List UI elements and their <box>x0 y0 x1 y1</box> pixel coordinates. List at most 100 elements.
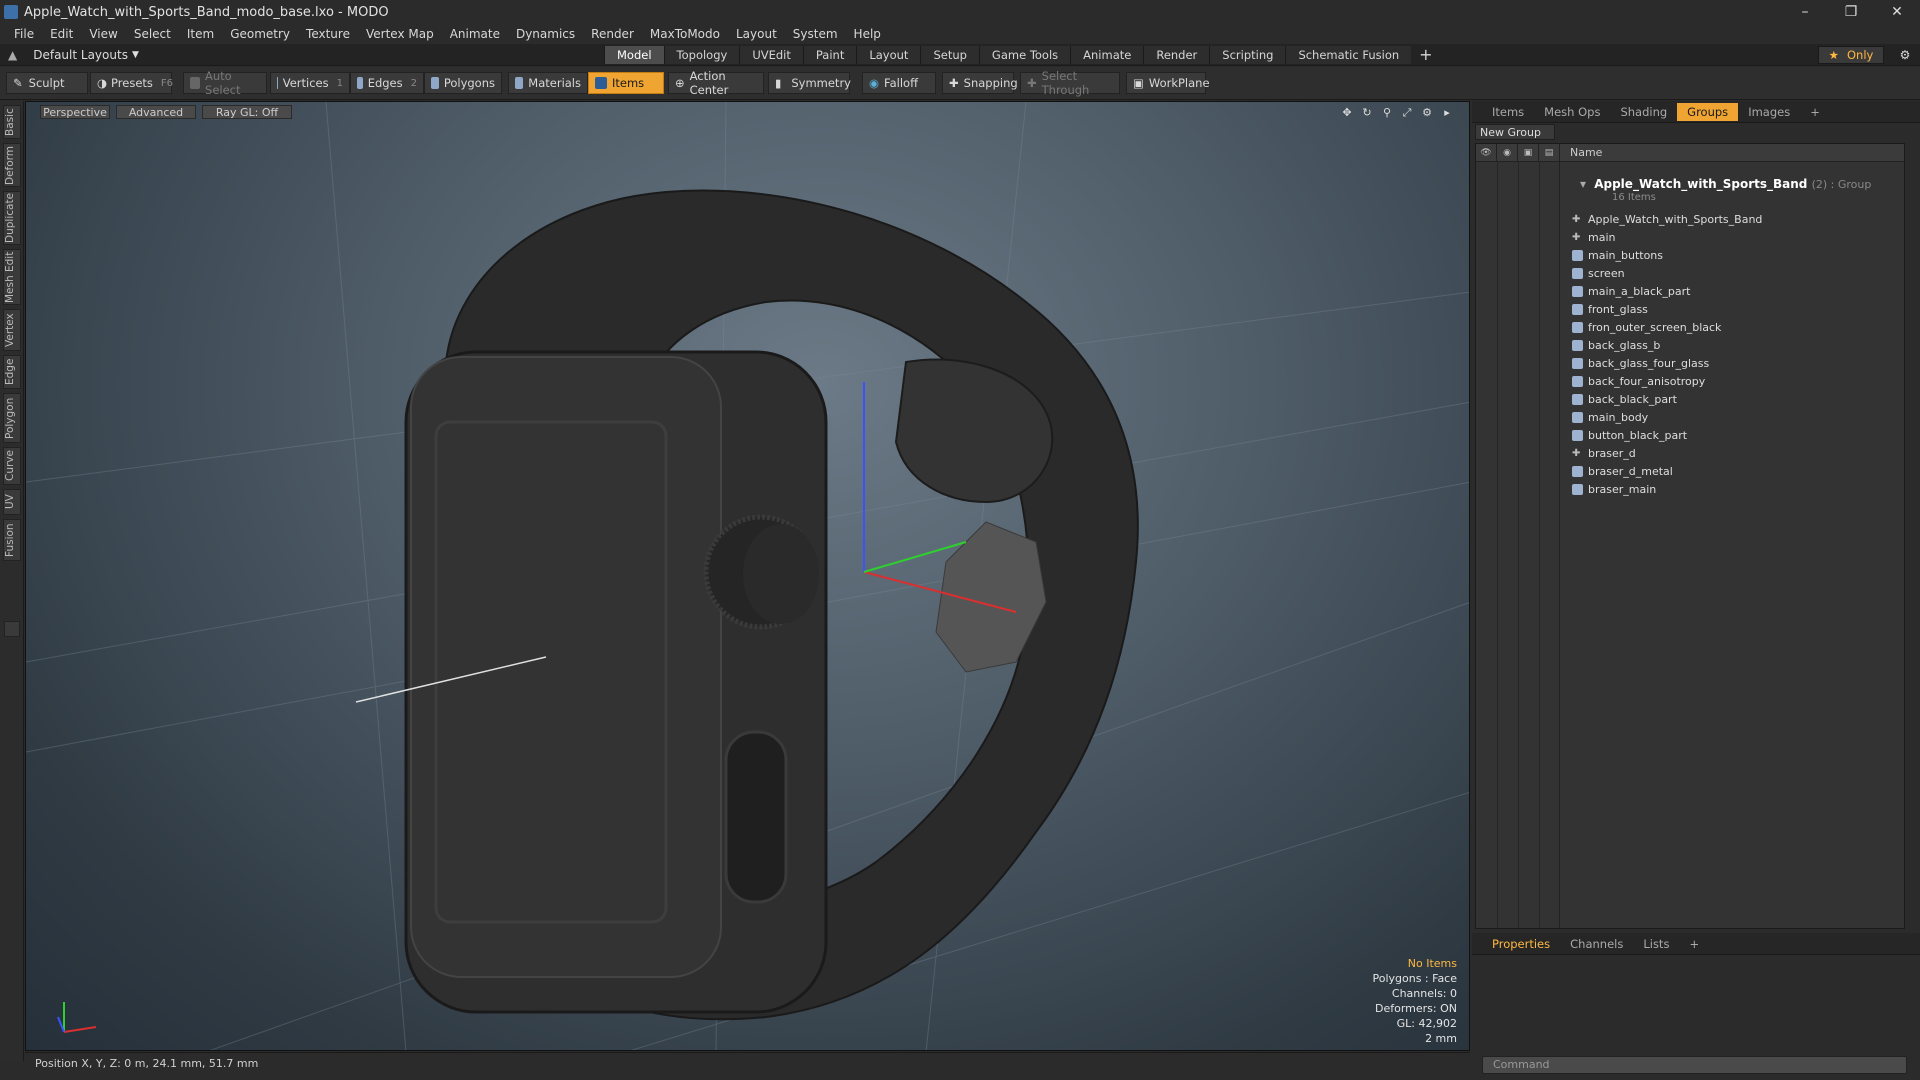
tab-deform[interactable]: Deform <box>3 143 21 187</box>
tab-basic[interactable]: Basic <box>3 105 21 139</box>
raygl-button[interactable]: Ray GL: Off <box>202 105 292 119</box>
shading-advanced-button[interactable]: Advanced <box>116 105 196 119</box>
tab-vertex[interactable]: Vertex <box>3 309 21 351</box>
tab-paint[interactable]: Paint <box>802 46 857 64</box>
tab-schematic-fusion[interactable]: Schematic Fusion <box>1285 46 1412 64</box>
3d-viewport[interactable]: Perspective Advanced Ray GL: Off ✥ ↻ ⚲ ⤢… <box>25 101 1470 1051</box>
list-item[interactable]: back_glass_four_glass <box>1572 354 1709 372</box>
tab-curve[interactable]: Curve <box>3 447 21 485</box>
tab-setup[interactable]: Setup <box>920 46 979 64</box>
tab-render[interactable]: Render <box>1143 46 1210 64</box>
menu-help[interactable]: Help <box>846 27 889 41</box>
menu-dynamics[interactable]: Dynamics <box>508 27 583 41</box>
layout-preset-dropdown[interactable]: ▲ Default Layouts ▼ <box>8 47 139 63</box>
list-item[interactable]: ✚ braser_d <box>1572 444 1636 462</box>
tab-topology[interactable]: Topology <box>663 46 740 64</box>
zoom-icon[interactable]: ⚲ <box>1379 105 1395 121</box>
add-tab-icon[interactable]: + <box>1411 46 1440 64</box>
tab-layout[interactable]: Layout <box>856 46 921 64</box>
tab-duplicate[interactable]: Duplicate <box>3 191 21 245</box>
view-perspective-button[interactable]: Perspective <box>40 105 110 119</box>
group-expand-icon[interactable]: ▾ <box>1580 177 1586 191</box>
menu-vertex-map[interactable]: Vertex Map <box>358 27 442 41</box>
list-item[interactable]: braser_d_metal <box>1572 462 1673 480</box>
menu-animate[interactable]: Animate <box>442 27 508 41</box>
tab-properties[interactable]: Properties <box>1482 935 1560 953</box>
tab-animate[interactable]: Animate <box>1070 46 1144 64</box>
close-icon[interactable]: ✕ <box>1874 0 1920 24</box>
collapse-icon[interactable]: ▲ <box>8 48 17 62</box>
list-item[interactable]: ✚ Apple_Watch_with_Sports_Band <box>1572 210 1762 228</box>
menu-edit[interactable]: Edit <box>42 27 81 41</box>
rotate-icon[interactable]: ↻ <box>1359 105 1375 121</box>
gear-icon[interactable]: ⚙ <box>1896 46 1914 64</box>
tab-edge[interactable]: Edge <box>3 355 21 389</box>
vertices-button[interactable]: Vertices 1 <box>270 72 350 94</box>
groups-list[interactable]: 👁 ◉ ▣ ▤ Name ▾ Apple_Watch_with_Sports_B… <box>1475 143 1905 929</box>
tab-uv[interactable]: UV <box>3 489 21 515</box>
list-item[interactable]: back_black_part <box>1572 390 1677 408</box>
visibility-col-icon[interactable]: 👁 <box>1476 143 1497 162</box>
list-item[interactable]: fron_outer_screen_black <box>1572 318 1721 336</box>
add-properties-tab-icon[interactable]: + <box>1679 935 1709 953</box>
tab-items[interactable]: Items <box>1482 103 1534 121</box>
command-input[interactable]: Command <box>1482 1056 1907 1074</box>
items-button[interactable]: Items <box>588 72 664 94</box>
new-group-button[interactable]: New Group <box>1475 124 1555 140</box>
menu-geometry[interactable]: Geometry <box>222 27 298 41</box>
menu-item[interactable]: Item <box>179 27 222 41</box>
menu-texture[interactable]: Texture <box>298 27 358 41</box>
symmetry-button[interactable]: ▮ Symmetry <box>768 72 851 94</box>
tab-groups[interactable]: Groups <box>1677 102 1739 121</box>
tab-fusion[interactable]: Fusion <box>3 519 21 561</box>
sculpt-button[interactable]: ✎ Sculpt <box>6 72 88 94</box>
menu-select[interactable]: Select <box>126 27 179 41</box>
list-item[interactable]: main_a_black_part <box>1572 282 1690 300</box>
list-item[interactable]: front_glass <box>1572 300 1648 318</box>
list-item[interactable]: button_black_part <box>1572 426 1687 444</box>
restore-icon[interactable]: ❐ <box>1828 0 1874 24</box>
minimize-icon[interactable]: – <box>1782 0 1828 24</box>
lock-col-icon[interactable]: ▣ <box>1518 143 1539 162</box>
list-item[interactable]: braser_main <box>1572 480 1656 498</box>
menu-view[interactable]: View <box>81 27 125 41</box>
viewport-menu-arrow-icon[interactable]: ▸ <box>1439 105 1455 121</box>
tab-lists[interactable]: Lists <box>1633 935 1679 953</box>
render-col-icon[interactable]: ◉ <box>1497 143 1518 162</box>
materials-button[interactable]: Materials <box>508 72 588 94</box>
menu-system[interactable]: System <box>785 27 846 41</box>
menu-render[interactable]: Render <box>583 27 642 41</box>
group-row[interactable]: ▾ Apple_Watch_with_Sports_Band (2) : Gro… <box>1580 177 1871 191</box>
add-panel-tab-icon[interactable]: + <box>1800 103 1830 121</box>
tab-scripting[interactable]: Scripting <box>1209 46 1286 64</box>
polygons-button[interactable]: Polygons <box>424 72 502 94</box>
tab-polygon[interactable]: Polygon <box>3 393 21 443</box>
tab-mesh-edit[interactable]: Mesh Edit <box>3 249 21 305</box>
tab-model[interactable]: Model <box>604 46 664 64</box>
tab-images[interactable]: Images <box>1738 103 1800 121</box>
menu-maxtomodo[interactable]: MaxToModo <box>642 27 728 41</box>
tab-game-tools[interactable]: Game Tools <box>978 46 1071 64</box>
presets-button[interactable]: ◑ Presets F6 <box>90 72 173 94</box>
list-item[interactable]: main_body <box>1572 408 1648 426</box>
edges-button[interactable]: Edges 2 <box>350 72 424 94</box>
select-through-button[interactable]: ✚ Select Through <box>1020 69 1120 97</box>
tab-mesh-ops[interactable]: Mesh Ops <box>1534 103 1610 121</box>
palette-toggle-button[interactable] <box>4 621 20 637</box>
menu-layout[interactable]: Layout <box>728 27 785 41</box>
auto-select-button[interactable]: Auto Select <box>183 69 267 97</box>
select-col-icon[interactable]: ▤ <box>1539 143 1560 162</box>
tab-channels[interactable]: Channels <box>1560 935 1633 953</box>
viewport-settings-icon[interactable]: ⚙ <box>1419 105 1435 121</box>
snapping-button[interactable]: ✚ Snapping <box>942 72 1018 94</box>
workplane-button[interactable]: ▣ WorkPlane <box>1126 72 1210 94</box>
fit-icon[interactable]: ⤢ <box>1399 105 1415 121</box>
name-column-header[interactable]: Name <box>1560 146 1602 159</box>
list-item[interactable]: back_four_anisotropy <box>1572 372 1705 390</box>
menu-file[interactable]: File <box>6 27 42 41</box>
falloff-button[interactable]: ◉ Falloff <box>862 72 936 94</box>
list-item[interactable]: main_buttons <box>1572 246 1663 264</box>
list-item[interactable]: ✚ main <box>1572 228 1615 246</box>
list-item[interactable]: back_glass_b <box>1572 336 1660 354</box>
list-item[interactable]: screen <box>1572 264 1625 282</box>
